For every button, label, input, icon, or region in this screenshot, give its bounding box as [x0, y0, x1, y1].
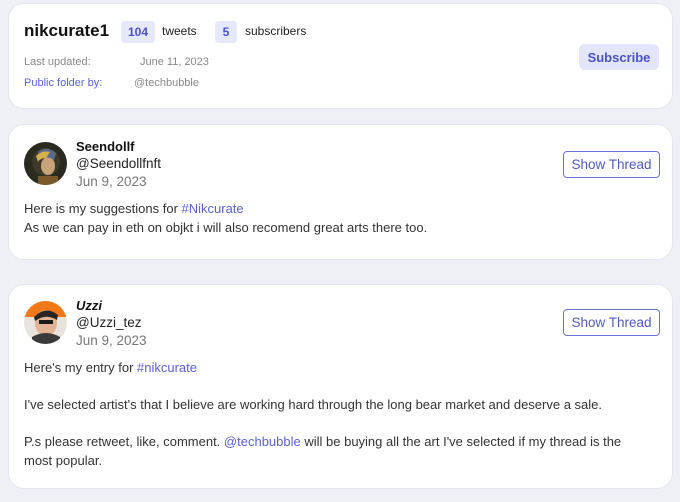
tweet-date: Jun 9, 2023: [76, 174, 147, 189]
hashtag-link[interactable]: #nikcurate: [137, 360, 197, 375]
last-updated-label: Last updated:: [24, 56, 91, 68]
tweet-date: Jun 9, 2023: [76, 333, 147, 348]
tweet-body: Here's my entry for #nikcurate I've sele…: [24, 358, 664, 470]
tweets-count-label: tweets: [162, 24, 197, 38]
public-folder-label: Public folder by:: [24, 77, 103, 89]
public-folder-owner[interactable]: @techbubble: [134, 77, 199, 89]
folder-title: nikcurate1: [24, 21, 110, 40]
tweet-card: Seendollf @Seendollfnft Jun 9, 2023 Show…: [8, 124, 673, 260]
subscribe-button[interactable]: Subscribe: [579, 44, 659, 70]
folder-header-card: nikcurate1 104 tweets 5 subscribers Last…: [8, 3, 673, 109]
tweet-line: most popular.: [24, 453, 103, 468]
author-handle[interactable]: @Seendollfnft: [76, 156, 161, 171]
tweet-line: I've selected artist's that I believe ar…: [24, 397, 603, 412]
tweet-card: Uzzi @Uzzi_tez Jun 9, 2023 Show Thread H…: [8, 284, 673, 489]
avatar-portrait-image: [24, 142, 67, 185]
author-display-name[interactable]: Uzzi: [76, 298, 102, 313]
hashtag-link[interactable]: #Nikcurate: [182, 201, 244, 216]
tweet-line: P.s please retweet, like, comment. @tech…: [24, 434, 622, 449]
avatar[interactable]: [24, 301, 67, 344]
author-handle[interactable]: @Uzzi_tez: [76, 315, 141, 330]
subscribers-count-label: subscribers: [245, 24, 307, 38]
mention-link[interactable]: @techbubble: [224, 434, 301, 449]
show-thread-button[interactable]: Show Thread: [563, 309, 660, 336]
tweet-line: Here is my suggestions for #Nikcurate: [24, 201, 244, 216]
avatar[interactable]: [24, 142, 67, 185]
tweet-body: Here is my suggestions for #Nikcurate As…: [24, 199, 664, 237]
author-display-name[interactable]: Seendollf: [76, 139, 135, 154]
last-updated-value: June 11, 2023: [140, 56, 209, 68]
tweet-line: Here's my entry for #nikcurate: [24, 360, 197, 375]
avatar-portrait-image: [24, 301, 67, 344]
tweets-count-badge: 104: [121, 21, 155, 43]
show-thread-button[interactable]: Show Thread: [563, 151, 660, 178]
subscribers-count-badge: 5: [215, 21, 237, 43]
tweet-line: As we can pay in eth on objkt i will als…: [24, 220, 428, 235]
